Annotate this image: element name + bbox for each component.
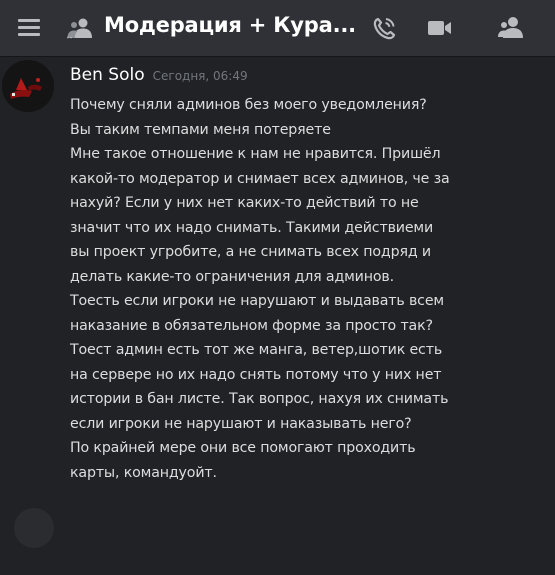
message-line: значит что их надо снимать. Такими дейст… — [70, 219, 434, 236]
chat-screen: Модерация + Кура... Ben Solo Сегодня, 06… — [0, 0, 555, 575]
message-line: Вы таким темпами меня потеряете — [70, 121, 331, 138]
author-name[interactable]: Ben Solo — [70, 65, 145, 85]
message-timestamp: Сегодня, 06:49 — [152, 69, 248, 83]
next-message-avatar[interactable] — [14, 508, 54, 548]
video-camera-icon[interactable] — [424, 14, 454, 42]
message-content: Почему сняли админов без моего уведомлен… — [70, 93, 548, 485]
message-line: истории в бан листе. Так вопрос, нахуя и… — [70, 391, 449, 407]
message-line: делать какие-то ограничения для админов. — [70, 268, 394, 285]
phone-call-icon[interactable] — [369, 14, 399, 42]
message-line: Почему сняли админов без моего уведомлен… — [70, 97, 427, 113]
hamburger-menu-icon[interactable] — [18, 19, 40, 37]
message-line: Тоесть если игроки не нарушают и выдават… — [70, 293, 444, 309]
message-line: какой-то модератор и снимает всех админо… — [70, 170, 450, 187]
message-line: По крайней мере они все помогают проходи… — [70, 440, 416, 456]
channel-title: Модерация + Кура... — [104, 13, 356, 37]
message-line: Тоест админ есть тот же манга, ветер,шот… — [70, 342, 443, 358]
message-line: на сервере но их надо снять потому что у… — [70, 366, 442, 383]
message-line: Мне такое отношение к нам не нравится. П… — [70, 146, 441, 162]
member-list-icon[interactable] — [497, 14, 527, 42]
message-line: вы проект угробите, а не снимать всех по… — [70, 244, 431, 260]
message-header: Ben Solo Сегодня, 06:49 — [70, 65, 248, 85]
message-line: если игроки не нарушают и наказывать нег… — [70, 415, 412, 432]
chat-message: Ben Solo Сегодня, 06:49 Почему сняли адми… — [0, 56, 555, 575]
group-members-icon — [66, 16, 94, 40]
message-line: карты, командуойт. — [70, 464, 217, 481]
channel-header: Модерация + Кура... — [0, 0, 555, 56]
message-line: наказание в обязательном форме за просто… — [70, 317, 433, 334]
user-avatar[interactable] — [2, 60, 54, 112]
message-line: нахуй? Если у них нет каких-то действий … — [70, 195, 419, 211]
